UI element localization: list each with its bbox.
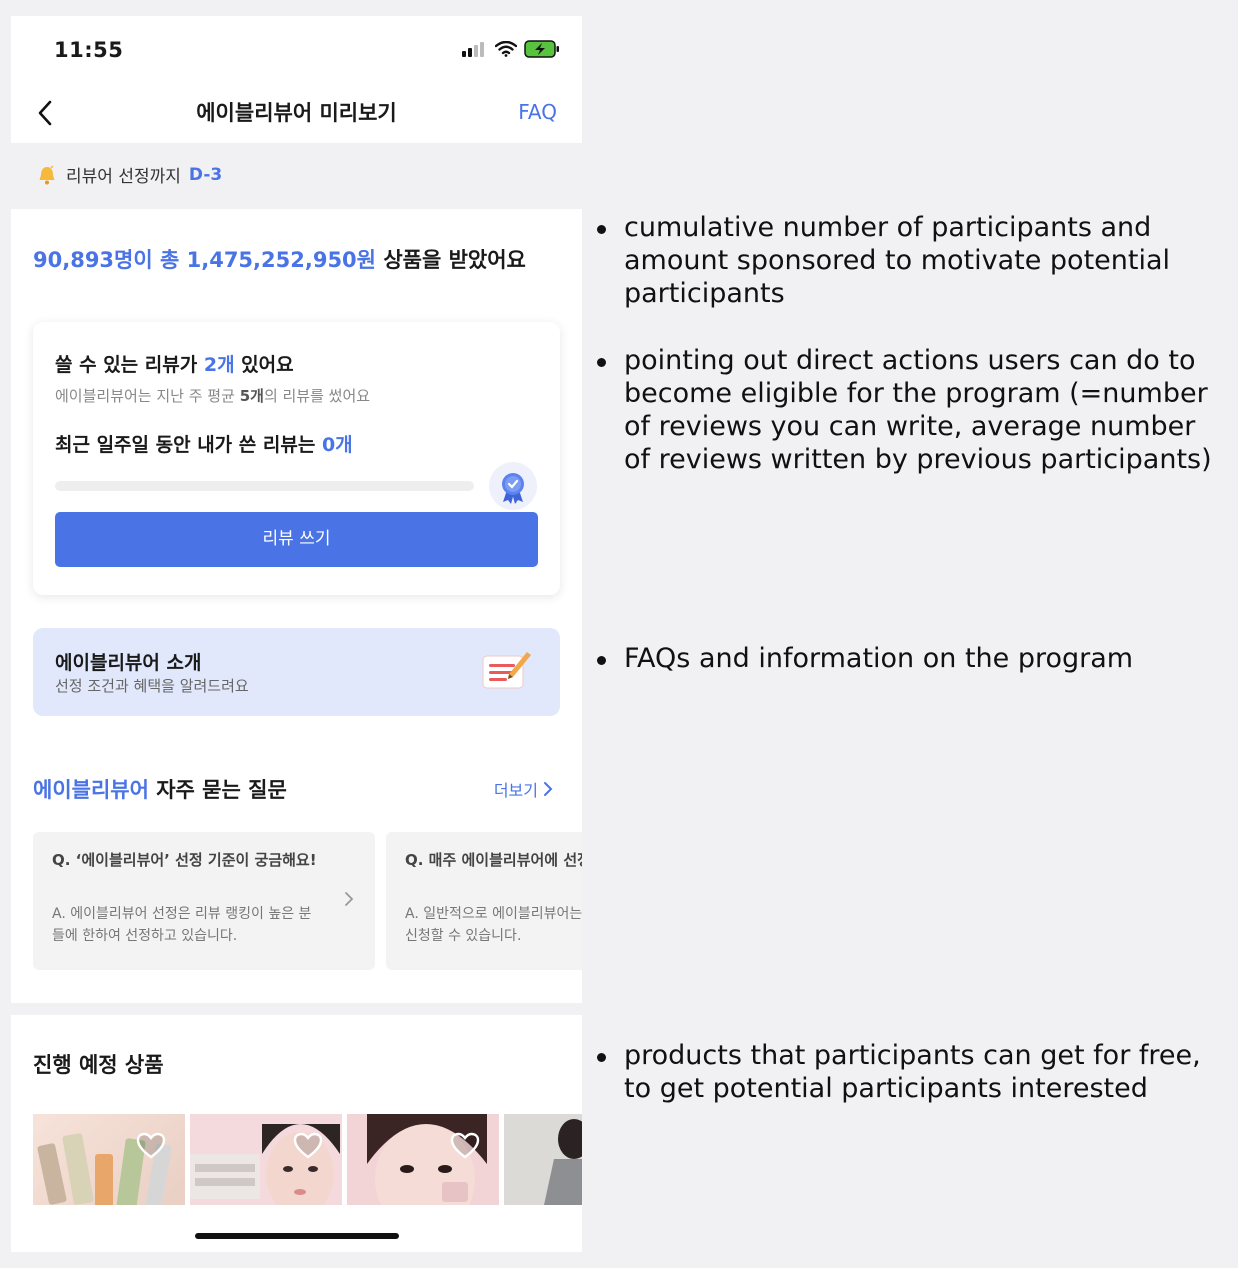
bullet-icon <box>597 358 606 367</box>
review-status-card: 쓸 수 있는 리뷰가 2개 있어요 에이블리뷰어는 지난 주 평균 5개의 리뷰… <box>33 322 560 595</box>
status-icons <box>462 40 560 58</box>
faq-more-link[interactable]: 더보기 <box>494 777 554 801</box>
faq-more-label: 더보기 <box>493 781 538 800</box>
dday-banner: 리뷰어 선정까지 D-3 <box>36 162 222 187</box>
review-available-count: 2개 <box>203 354 235 376</box>
faq-link[interactable]: FAQ <box>518 100 557 124</box>
faq-card[interactable]: Q. ‘에이블리뷰어’ 선정 기준이 궁금해요! A. 에이블리뷰어 선정은 리… <box>33 832 375 970</box>
annotation-text: FAQs and information on the program <box>624 643 1134 674</box>
headline-highlight: 90,893명이 총 1,475,252,950원 <box>33 248 376 272</box>
recent-review-title: 최근 일주일 동안 내가 쓴 리뷰는 0개 <box>55 434 353 456</box>
status-bar: 11:55 <box>11 16 582 81</box>
participants-headline: 90,893명이 총 1,475,252,950원 상품을 받았어요 <box>33 244 526 274</box>
upcoming-title: 진행 예정 상품 <box>33 1053 164 1077</box>
product-thumbnail[interactable] <box>504 1114 582 1205</box>
bullet-icon <box>597 656 606 665</box>
bullet-icon <box>597 225 606 234</box>
dday-label: 리뷰어 선정까지 <box>66 167 181 187</box>
heart-icon[interactable] <box>450 1132 480 1160</box>
medal-icon <box>489 462 537 510</box>
chevron-right-icon <box>544 782 553 796</box>
upcoming-products-section: 진행 예정 상품 <box>11 1015 582 1252</box>
review-average-subtitle: 에이블리뷰어는 지난 주 평균 5개의 리뷰를 썼어요 <box>55 387 371 405</box>
signal-icon <box>462 42 484 57</box>
status-time: 11:55 <box>54 38 124 62</box>
faq-question: Q. 매주 에이블리뷰어에 선정되면 요? <box>405 851 582 869</box>
annotation-item: products that participants can get for f… <box>597 1039 1227 1105</box>
heart-icon[interactable] <box>293 1132 323 1160</box>
product-thumbnail[interactable] <box>33 1114 185 1205</box>
wifi-icon <box>495 41 517 57</box>
annotation-item: cumulative number of participants and am… <box>597 211 1227 310</box>
product-thumbnail[interactable] <box>347 1114 499 1205</box>
faq-section-title: 에이블리뷰어 자주 묻는 질문 <box>33 778 287 802</box>
main-content: 90,893명이 총 1,475,252,950원 상품을 받았어요 쓸 수 있… <box>11 209 582 1003</box>
chevron-right-icon <box>345 892 354 906</box>
heart-icon[interactable] <box>136 1132 166 1160</box>
home-indicator <box>195 1233 399 1239</box>
faq-question: Q. ‘에이블리뷰어’ 선정 기준이 궁금해요! <box>52 851 317 869</box>
headline-rest: 상품을 받았어요 <box>383 248 526 272</box>
annotation-text: pointing out direct actions users can do… <box>624 345 1212 475</box>
memo-icon <box>482 652 531 689</box>
recent-review-count: 0개 <box>321 434 353 456</box>
annotation-text: products that participants can get for f… <box>624 1040 1201 1104</box>
intro-title: 에이블리뷰어 소개 <box>55 652 202 674</box>
phone-screen: 11:55 에이블리뷰어 미리보기 FAQ 리뷰어 선정까지 D-3 90,89… <box>11 16 582 1252</box>
review-average-count: 5개 <box>239 387 264 405</box>
annotation-text: cumulative number of participants and am… <box>624 212 1171 309</box>
reviewer-intro-banner[interactable]: 에이블리뷰어 소개 선정 조건과 혜택을 알려드려요 <box>33 628 560 716</box>
annotation-item: pointing out direct actions users can do… <box>597 344 1227 476</box>
page-title: 에이블리뷰어 미리보기 <box>196 101 397 125</box>
annotation-item: FAQs and information on the program <box>597 642 1227 675</box>
battery-charging-icon <box>524 40 559 58</box>
bell-icon <box>39 164 55 184</box>
faq-card[interactable]: Q. 매주 에이블리뷰어에 선정되면 요? A. 일반적으로 에이블리뷰어는 한… <box>386 832 582 970</box>
review-progress-bar <box>55 481 474 491</box>
review-available-title: 쓸 수 있는 리뷰가 2개 있어요 <box>55 354 294 376</box>
product-thumbnail[interactable] <box>190 1114 342 1205</box>
product-image <box>504 1114 582 1205</box>
dday-value: D-3 <box>188 164 223 185</box>
faq-answer: A. 에이블리뷰어 선정은 리뷰 랭킹이 높은 분들에 한하여 선정하고 있습니… <box>52 906 312 944</box>
intro-subtitle: 선정 조건과 혜택을 알려드려요 <box>55 677 249 695</box>
navigation-bar: 에이블리뷰어 미리보기 FAQ <box>11 81 582 143</box>
write-review-button[interactable]: 리뷰 쓰기 <box>55 512 538 567</box>
faq-answer: A. 일반적으로 에이블리뷰어는 한 번 쿠폰을 신청할 수 있습니다. <box>405 906 582 944</box>
bullet-icon <box>597 1053 606 1062</box>
